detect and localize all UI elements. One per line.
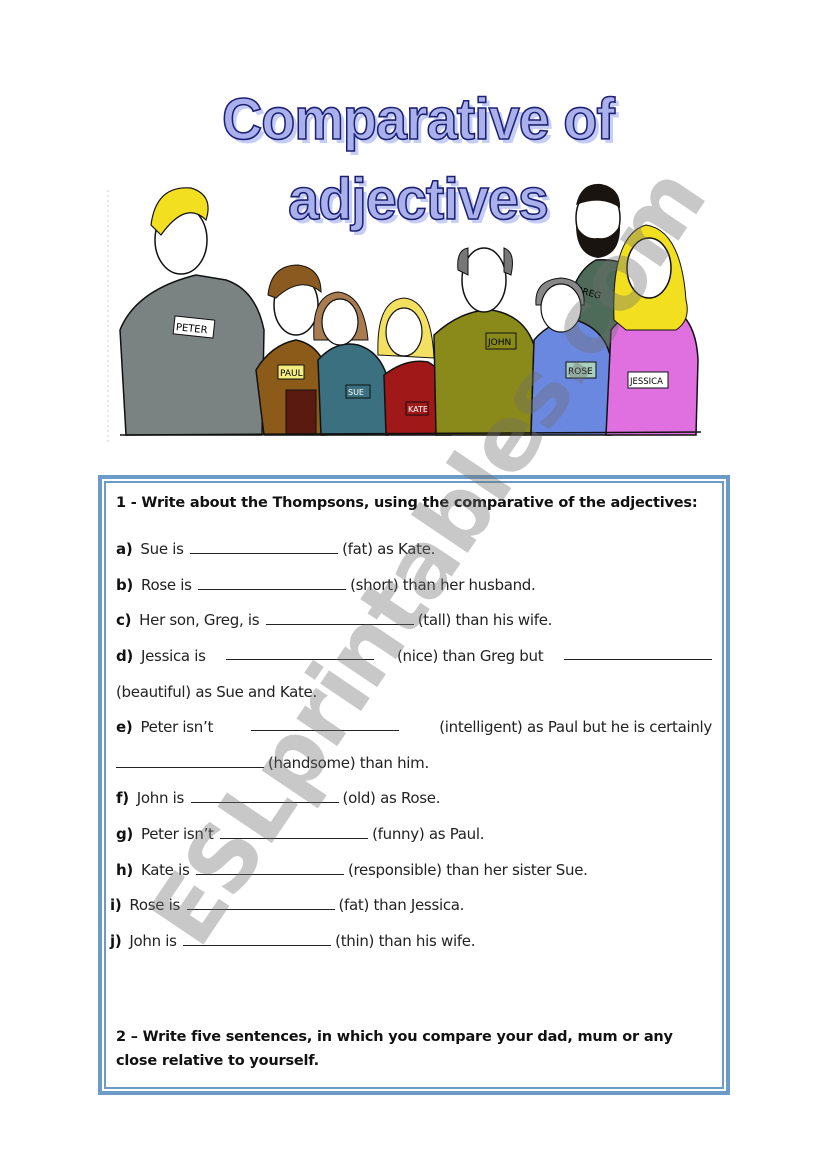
answer-blank[interactable] xyxy=(265,608,414,625)
item-text: Kate is xyxy=(140,861,190,879)
figure-john: JOHN xyxy=(433,247,535,436)
exercise-2-heading-line-2: close relative to yourself. xyxy=(116,1053,319,1069)
item-text: Rose is xyxy=(129,896,181,914)
answer-blank[interactable] xyxy=(183,929,332,946)
exercise-2-heading: 2 – Write five sentences, in which you c… xyxy=(116,1025,712,1073)
name-tag-rose: ROSE xyxy=(568,367,593,377)
exercise-item-c: c) Her son, Greg, is (tall) than his wife… xyxy=(116,607,712,633)
name-tag-john: JOHN xyxy=(487,338,511,348)
exercise-item-a: a) Sue is (fat) as Kate. xyxy=(116,536,712,562)
answer-blank[interactable] xyxy=(198,573,347,590)
item-label: h) xyxy=(116,861,133,879)
exercise-1-heading: 1 - Write about the Thompsons, using the… xyxy=(116,495,698,511)
page-title: Comparative of adjectives xyxy=(221,86,615,233)
exercise-box: 1 - Write about the Thompsons, using the… xyxy=(98,475,730,1095)
item-text: Her son, Greg, is xyxy=(139,611,260,629)
item-text: Rose is xyxy=(141,576,192,594)
item-label: b) xyxy=(116,576,133,594)
exercise-item-b: b) Rose is (short) than her husband. xyxy=(116,572,712,598)
item-hint: (fat) than Jessica. xyxy=(338,896,465,914)
answer-blank-2[interactable] xyxy=(563,643,712,660)
item-hint: (tall) than his wife. xyxy=(417,611,553,629)
item-label: j) xyxy=(110,932,122,950)
item-hint: (old) as Rose. xyxy=(342,789,441,807)
answer-blank[interactable] xyxy=(195,858,344,875)
item-hint: (beautiful) as Sue and Kate. xyxy=(116,683,317,701)
item-text: Jessica is xyxy=(141,647,206,665)
exercise-item-f: f) John is (old) as Rose. xyxy=(116,785,712,811)
family-illustration: PETER PAUL SUE KATE JOHN GREG ROSE JESSI… xyxy=(106,180,718,442)
figure-jessica: JESSICA xyxy=(605,224,699,436)
name-tag-kate: KATE xyxy=(408,405,428,414)
exercise-item-e: e) Peter isn’t (intelligent) as Paul but … xyxy=(116,714,712,740)
answer-blank[interactable] xyxy=(190,786,339,803)
exercise-item-g: g) Peter isn’t (funny) as Paul. xyxy=(116,821,712,847)
exercise-item-d: d) Jessica is (nice) than Greg but xyxy=(116,643,712,669)
item-text: Peter isn’t xyxy=(141,825,214,843)
figure-sue: SUE xyxy=(313,291,389,436)
item-label: f) xyxy=(116,789,129,807)
item-text: Sue is xyxy=(140,540,184,558)
item-hint: (short) than her husband. xyxy=(350,576,536,594)
item-label: i) xyxy=(110,896,122,914)
answer-blank[interactable] xyxy=(226,643,375,660)
name-tag-sue: SUE xyxy=(348,388,364,397)
exercise-item-d-continuation: (beautiful) as Sue and Kate. xyxy=(116,679,712,705)
exercise-item-h: h) Kate is (responsible) than her sister … xyxy=(116,857,712,883)
item-text: John is xyxy=(129,932,177,950)
answer-blank[interactable] xyxy=(220,822,369,839)
exercise-item-j: j) John is (thin) than his wife. xyxy=(110,928,712,954)
item-label: d) xyxy=(116,647,133,665)
figure-peter: PETER xyxy=(119,187,265,436)
name-tag-paul: PAUL xyxy=(280,369,303,379)
answer-blank-2[interactable] xyxy=(116,751,264,768)
answer-blank[interactable] xyxy=(190,537,339,554)
item-label: a) xyxy=(116,540,133,558)
item-hint: (funny) as Paul. xyxy=(372,825,485,843)
exercise-item-e-continuation: (handsome) than him. xyxy=(116,750,712,776)
name-tag-jessica: JESSICA xyxy=(629,377,663,387)
figure-paul: PAUL xyxy=(255,264,329,436)
answer-blank[interactable] xyxy=(186,893,335,910)
exercise-item-i: i) Rose is (fat) than Jessica. xyxy=(110,892,712,918)
item-hint: (thin) than his wife. xyxy=(335,932,476,950)
item-text: John is xyxy=(136,789,185,807)
item-hint: (intelligent) as Paul but he is certainl… xyxy=(439,718,712,736)
item-hint: (fat) as Kate. xyxy=(342,540,436,558)
item-label: g) xyxy=(116,825,133,843)
item-text: Peter isn’t xyxy=(140,718,214,736)
exercise-2-heading-line-1: 2 – Write five sentences, in which you c… xyxy=(116,1029,673,1045)
item-label: c) xyxy=(116,611,132,629)
item-hint: (handsome) than him. xyxy=(268,754,429,772)
item-hint: (responsible) than her sister Sue. xyxy=(347,861,588,879)
item-hint: (nice) than Greg but xyxy=(396,647,544,665)
answer-blank[interactable] xyxy=(251,714,400,731)
item-label: e) xyxy=(116,718,133,736)
